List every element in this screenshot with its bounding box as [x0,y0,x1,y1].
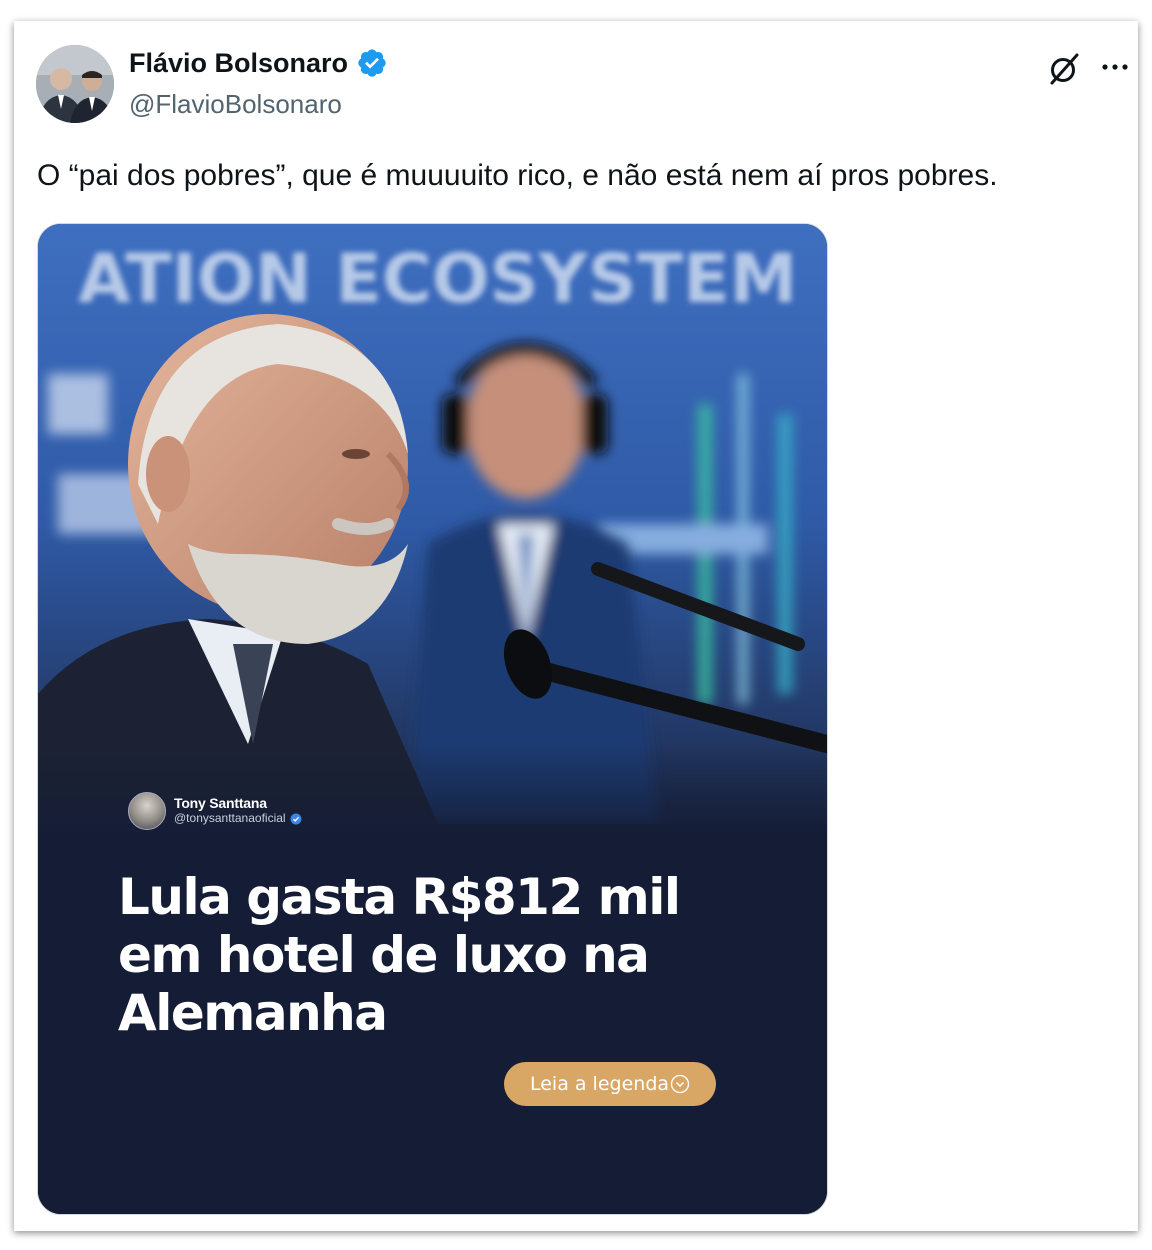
author-handle[interactable]: @FlavioBolsonaro [129,89,342,120]
media-cta-pill: Leia a legenda [504,1062,716,1106]
media-author-handle-row: @tonysanttanaoficial [174,811,302,826]
author-display-name[interactable]: Flávio Bolsonaro [129,48,348,79]
media-author-name: Tony Santtana [174,795,267,811]
tweet-media-image[interactable]: ATION ECOSYSTEM Tony Santtana @tonysantt… [37,223,828,1215]
grok-icon[interactable] [1046,51,1082,87]
media-author-avatar [128,792,166,830]
author-avatar[interactable] [36,45,114,123]
background-sign-text: ATION ECOSYSTEM [78,240,797,319]
avatar-photo [36,45,114,123]
media-author-handle: @tonysanttanaoficial [174,811,286,825]
media-photo: ATION ECOSYSTEM [38,224,827,824]
verified-badge-icon[interactable] [356,47,388,79]
chevron-down-circle-icon [670,1074,690,1094]
tweet-text: O “pai dos pobres”, que é muuuuito rico,… [37,159,998,192]
media-verified-icon [290,813,302,824]
media-cta-label: Leia a legenda [529,1073,670,1095]
media-author-chip: Tony Santtana @tonysanttanaoficial [128,792,302,830]
tweet-card[interactable]: Flávio Bolsonaro @FlavioBolsonaro O “pai… [14,21,1138,1231]
media-headline: Lula gasta R$812 mil em hotel de luxo na… [118,868,681,1042]
more-options-icon[interactable] [1098,49,1132,85]
